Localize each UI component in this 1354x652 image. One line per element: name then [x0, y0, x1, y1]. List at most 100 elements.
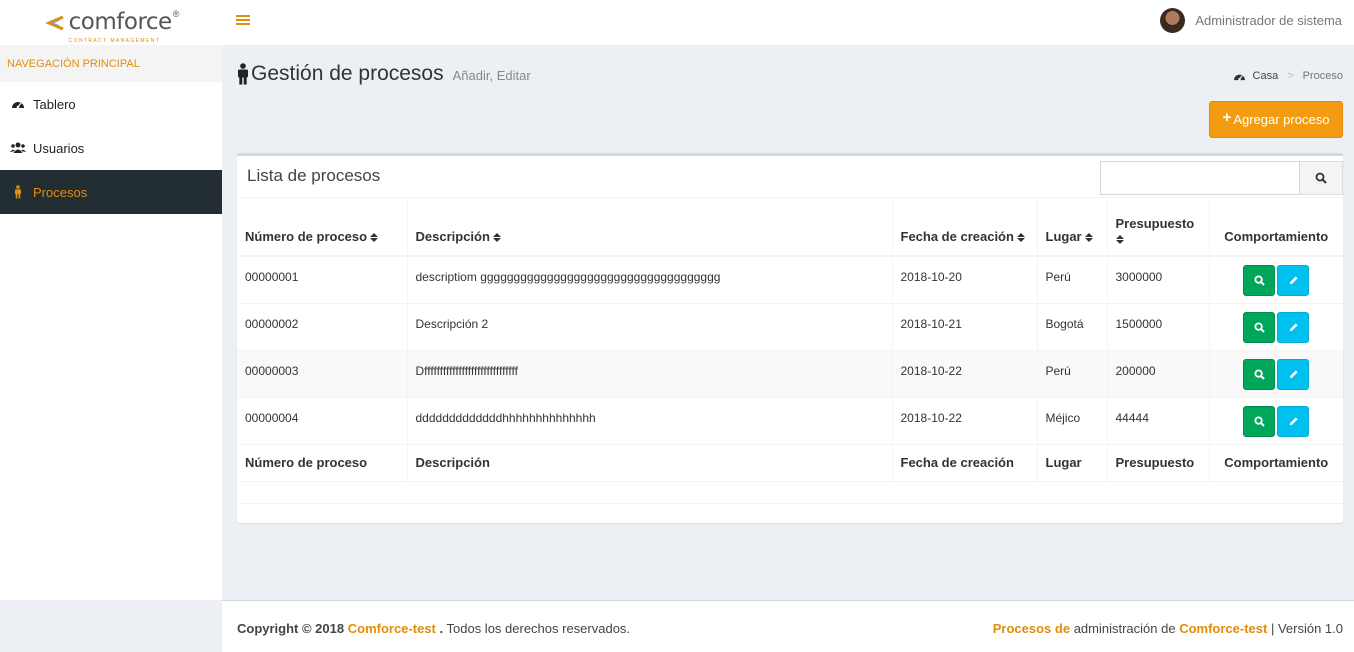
search-icon	[1254, 368, 1265, 380]
pencil-icon	[1289, 276, 1298, 285]
dashboard-icon	[1233, 74, 1245, 80]
edit-button[interactable]	[1277, 311, 1310, 343]
cell-lugar: Perú	[1037, 255, 1108, 303]
cell-lugar: Bogotá	[1037, 302, 1108, 350]
footer-header-lugar: Lugar	[1037, 443, 1108, 482]
search-input[interactable]	[1100, 161, 1300, 195]
breadcrumb-home-link[interactable]: Casa	[1253, 70, 1279, 82]
logo-mark-icon	[44, 15, 64, 30]
sort-icon	[1016, 233, 1025, 243]
sidebar-item-procesos[interactable]: Procesos	[0, 170, 222, 214]
page-subtitle: Añadir, Editar	[452, 68, 531, 83]
top-header: comforce ® CONTRACT MANAGEMENT Administr…	[0, 0, 1354, 45]
page-header: Gestión de procesos Añadir, Editar	[236, 62, 531, 86]
sidebar-item-usuarios[interactable]: Usuarios	[0, 126, 222, 170]
cell-actions	[1209, 349, 1343, 397]
cell-numero: 00000001	[237, 255, 408, 303]
add-process-label: Agregar proceso	[1233, 112, 1330, 127]
table-footer-row: Número de proceso Descripción Fecha de c…	[237, 443, 1343, 482]
column-header-label: Presupuesto	[1115, 216, 1195, 231]
table-row: 00000002 Descripción 2 2018-10-21 Bogotá…	[237, 302, 1343, 350]
search-icon	[1254, 321, 1265, 333]
cell-fecha: 2018-10-20	[892, 255, 1038, 303]
column-header-lugar[interactable]: Lugar	[1037, 198, 1108, 257]
logo[interactable]: comforce ® CONTRACT MANAGEMENT	[0, 0, 222, 45]
sidebar-item-label: Usuarios	[33, 140, 85, 156]
cell-presupuesto: 3000000	[1107, 255, 1210, 303]
footer-admin-text: administración de	[1073, 621, 1176, 636]
logo-registered: ®	[172, 8, 180, 19]
logo-wordmark: comforce	[68, 9, 173, 35]
cell-lugar: Perú	[1037, 349, 1108, 397]
sort-icon	[1115, 235, 1201, 244]
column-header-presupuesto[interactable]: Presupuesto	[1107, 198, 1210, 257]
breadcrumb: Casa > Proceso	[1233, 70, 1343, 82]
column-header-comportamiento: Comportamiento	[1209, 198, 1343, 257]
copyright-text: Copyright © 2018	[237, 621, 345, 636]
view-button[interactable]	[1243, 311, 1276, 343]
process-list-box: Lista de procesos Número de proceso Desc…	[237, 153, 1343, 523]
cell-descripcion: Dffffffffffffffffffffffffffffff	[407, 349, 893, 397]
sort-icon	[492, 233, 501, 243]
sidebar-section-header: NAVEGACIÓN PRINCIPAL	[0, 45, 222, 82]
box-title: Lista de procesos	[247, 166, 381, 185]
table-row: 00000003 Dffffffffffffffffffffffffffffff…	[237, 349, 1343, 397]
footer-header-descripcion: Descripción	[407, 443, 893, 482]
user-menu[interactable]: Administrador de sistema	[1160, 8, 1342, 33]
cell-numero: 00000002	[237, 302, 408, 350]
pencil-icon	[1289, 322, 1298, 331]
sort-icon	[370, 233, 379, 243]
footer-header-presupuesto: Presupuesto	[1107, 443, 1210, 482]
users-icon	[10, 141, 26, 155]
cell-lugar: Méjico	[1037, 396, 1108, 444]
cell-descripcion: descriptiom gggggggggggggggggggggggggggg…	[407, 255, 893, 303]
sidebar-item-label: Procesos	[33, 184, 88, 200]
breadcrumb-separator: >	[1287, 70, 1294, 82]
column-header-descripcion[interactable]: Descripción	[407, 198, 893, 257]
edit-button[interactable]	[1277, 265, 1310, 296]
cell-actions	[1209, 302, 1343, 350]
sort-icon	[1084, 233, 1093, 243]
add-process-button[interactable]: + Agregar proceso	[1209, 101, 1343, 138]
footer-copyright: Copyright © 2018 Comforce-test . Todos l…	[237, 621, 630, 636]
search-group	[1100, 161, 1343, 195]
column-header-label: Fecha de creación	[900, 229, 1014, 244]
plus-icon: +	[1222, 109, 1232, 126]
cell-presupuesto: 200000	[1107, 349, 1210, 397]
breadcrumb-current: Proceso	[1302, 70, 1343, 82]
view-button[interactable]	[1243, 358, 1276, 390]
rights-text: Todos los derechos reservados.	[446, 621, 631, 636]
column-header-fecha[interactable]: Fecha de creación	[892, 198, 1038, 257]
company-link[interactable]: Comforce-test	[348, 621, 436, 636]
footer-version: Procesos de administración de Comforce-t…	[993, 621, 1343, 636]
user-name: Administrador de sistema	[1195, 13, 1342, 28]
edit-button[interactable]	[1277, 358, 1310, 390]
person-icon	[10, 185, 26, 199]
footer-header-numero: Número de proceso	[237, 443, 408, 482]
column-header-numero[interactable]: Número de proceso	[237, 198, 408, 257]
search-icon	[1254, 415, 1265, 427]
logo-tagline: CONTRACT MANAGEMENT	[68, 38, 161, 44]
table-row: 00000004 dddddddddddddhhhhhhhhhhhhhh 201…	[237, 396, 1343, 444]
pencil-icon	[1289, 369, 1298, 378]
view-button[interactable]	[1243, 265, 1276, 296]
menu-toggle-icon[interactable]	[236, 13, 250, 27]
footer-processes-link[interactable]: Procesos de	[993, 621, 1070, 636]
table-row: 00000001 descriptiom ggggggggggggggggggg…	[237, 255, 1343, 303]
column-header-label: Descripción	[415, 229, 490, 244]
page-title: Gestión de procesos	[251, 62, 444, 85]
view-button[interactable]	[1243, 405, 1276, 437]
sidebar: NAVEGACIÓN PRINCIPAL Tablero Usuarios Pr…	[0, 45, 222, 600]
footer-company-link[interactable]: Comforce-test	[1179, 621, 1267, 636]
page-footer: Copyright © 2018 Comforce-test . Todos l…	[222, 600, 1354, 652]
cell-actions	[1209, 255, 1343, 303]
sidebar-item-tablero[interactable]: Tablero	[0, 82, 222, 126]
cell-presupuesto: 44444	[1107, 396, 1210, 444]
search-button[interactable]	[1300, 161, 1343, 195]
cell-actions	[1209, 396, 1343, 444]
edit-button[interactable]	[1277, 405, 1310, 437]
footer-header-comportamiento: Comportamiento	[1209, 443, 1343, 482]
pencil-icon	[1289, 416, 1298, 425]
dashboard-icon	[10, 97, 26, 111]
cell-presupuesto: 1500000	[1107, 302, 1210, 350]
